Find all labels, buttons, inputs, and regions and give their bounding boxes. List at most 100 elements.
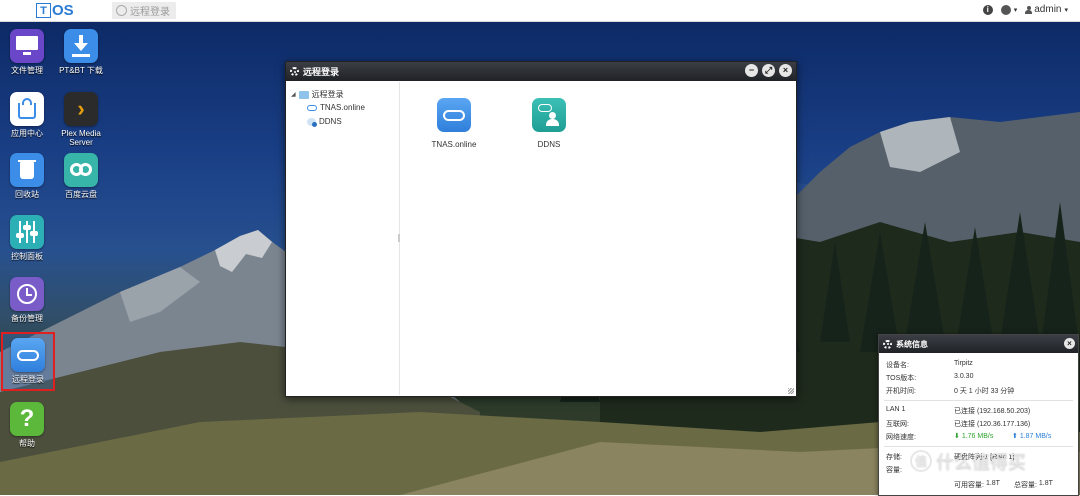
internet-label: 互联网: (886, 421, 909, 428)
desktop-icon-control-panel[interactable]: 控制面板 (1, 215, 53, 261)
settings-icon (116, 5, 127, 16)
pane-splitter[interactable] (398, 234, 400, 242)
tree-item-remote-login[interactable]: ◢ 远程登录 (291, 89, 344, 100)
globe-icon (1000, 4, 1011, 15)
remote-login-window: 远程登录 − ⤢ × ◢ 远程登录 TNAS.online DDNS TNAS.… (285, 61, 797, 397)
username: admin (1034, 4, 1062, 15)
capacity-details-row: 可用容量: 1.8T 总容量: 1.8T (954, 480, 1053, 490)
cloud-icon (307, 104, 317, 111)
window-title: 远程登录 (303, 67, 340, 77)
gear-icon (290, 67, 299, 76)
tos-logo[interactable]: T OS (36, 1, 74, 19)
app-label: DDNS (537, 140, 561, 149)
collapse-arrow-icon[interactable]: ◢ (291, 91, 296, 98)
tree-item-tnas-online[interactable]: TNAS.online (307, 103, 365, 112)
uptime-row: 开机时间: 0 天 1 小时 33 分钟 (886, 386, 1014, 396)
desktop-icon-label: 帮助 (19, 439, 35, 448)
close-button[interactable]: × (779, 64, 792, 77)
desktop-icon-backup[interactable]: 备份管理 (1, 277, 53, 323)
gear-icon (883, 339, 892, 349)
resize-grip[interactable] (788, 388, 794, 394)
tree-item-ddns[interactable]: DDNS (307, 117, 342, 127)
available-capacity-value: 1.8T (985, 480, 1000, 487)
top-right-controls: i ▾ admin ▾ (982, 4, 1068, 15)
arrow-up-icon: ⬆ (1012, 433, 1018, 440)
watermark: 值 什么值得买 (910, 448, 1026, 474)
download-speed-value: 1.76 MB/s (961, 433, 994, 440)
device-name-label: 设备名: (886, 362, 909, 369)
watermark-logo-icon: 值 (910, 450, 932, 472)
baidu-cloud-icon (64, 153, 98, 187)
backup-clock-icon (10, 277, 44, 311)
cloud-icon (11, 338, 45, 372)
total-capacity-value: 1.8T (1038, 480, 1053, 487)
chevron-down-icon: ▾ (1013, 6, 1018, 14)
help-icon: ? (10, 402, 44, 436)
plex-icon: › (64, 92, 98, 126)
tree-item-label: TNAS.online (320, 103, 365, 112)
upload-speed-value: 1.87 MB/s (1019, 433, 1052, 440)
desktop-icon-label: 控制面板 (11, 252, 43, 261)
desktop-icon-help[interactable]: ? 帮助 (1, 402, 53, 448)
logo-t: T (36, 2, 51, 18)
app-ddns[interactable]: DDNS (509, 98, 589, 149)
app-tnas-online[interactable]: TNAS.online (414, 98, 494, 149)
desktop-icon-app-center[interactable]: 应用中心 (1, 92, 53, 138)
desktop-icon-remote-login[interactable]: 远程登录 (1, 332, 55, 391)
desktop-icon-baidu-cloud[interactable]: 百度云盘 (55, 153, 107, 199)
internet-value: 已连接 (120.36.177.136) (954, 421, 1031, 428)
close-button[interactable]: × (1064, 338, 1075, 349)
ddns-icon (532, 98, 566, 132)
language-menu[interactable]: ▾ (1000, 4, 1018, 15)
window-titlebar[interactable]: 远程登录 − ⤢ × (286, 62, 796, 81)
upload-speed: ⬆ 1.87 MB/s (1012, 432, 1051, 442)
taskbar-tab-label: 远程登录 (130, 7, 170, 18)
desktop-icon-label: Plex Media Server (61, 129, 101, 147)
desktop-icon-pt-bt-download[interactable]: PT&BT 下载 (55, 29, 107, 75)
user-menu[interactable]: admin ▾ (1025, 4, 1068, 15)
desktop-icon-label: 远程登录 (12, 375, 44, 384)
trash-icon (10, 153, 44, 187)
desktop-icon-label: 百度云盘 (65, 190, 97, 199)
lan-value: 已连接 (192.168.50.203) (954, 408, 1031, 415)
lan-label: LAN 1 (886, 406, 906, 413)
info-icon[interactable]: i (982, 4, 993, 15)
desktop-icon-label: 回收站 (15, 190, 39, 199)
desktop-icon-plex[interactable]: › Plex Media Server (55, 92, 107, 147)
system-info-title: 系统信息 (896, 339, 928, 349)
uptime-value: 0 天 1 小时 33 分钟 (954, 388, 1015, 395)
total-capacity-label: 总容量: (1013, 482, 1037, 489)
monitor-icon (10, 29, 44, 63)
app-label: TNAS.online (431, 140, 477, 149)
app-center-icon (10, 92, 44, 126)
network-speed-row: 网络速度: ⬇ 1.76 MB/s ⬆ 1.87 MB/s (886, 432, 1051, 442)
arrow-down-icon: ⬇ (954, 433, 960, 440)
divider (884, 400, 1073, 401)
network-speed-label: 网络速度: (886, 434, 916, 441)
device-name-value: Tirpitz (954, 360, 973, 367)
divider (884, 446, 1073, 447)
desktop-icon-label: 应用中心 (11, 129, 43, 138)
ddns-icon (307, 117, 317, 127)
system-info-header[interactable]: 系统信息 × (879, 335, 1078, 353)
sliders-icon (10, 215, 44, 249)
maximize-button[interactable]: ⤢ (762, 64, 775, 77)
desktop-icon-label: 备份管理 (11, 314, 43, 323)
desktop-icon-label: 文件管理 (11, 66, 43, 75)
uptime-label: 开机时间: (886, 388, 916, 395)
window-body: ◢ 远程登录 TNAS.online DDNS TNAS.online DDNS (287, 82, 795, 395)
download-icon (64, 29, 98, 63)
top-taskbar: T OS 远程登录 i ▾ admin ▾ (0, 0, 1080, 22)
tree-item-label: DDNS (319, 117, 342, 126)
download-speed: ⬇ 1.76 MB/s (954, 432, 1012, 442)
user-icon (1025, 5, 1033, 14)
logo-os: OS (52, 1, 74, 19)
desktop-icon-recycle-bin[interactable]: 回收站 (1, 153, 53, 199)
cloud-icon (437, 98, 471, 132)
minimize-button[interactable]: − (745, 64, 758, 77)
desktop-icon-file-manager[interactable]: 文件管理 (1, 29, 53, 75)
tree-item-label: 远程登录 (311, 90, 344, 99)
lan-row: LAN 1 已连接 (192.168.50.203) (886, 406, 1030, 416)
taskbar-tab-remote-login[interactable]: 远程登录 (112, 2, 176, 19)
watermark-text: 什么值得买 (936, 452, 1026, 472)
